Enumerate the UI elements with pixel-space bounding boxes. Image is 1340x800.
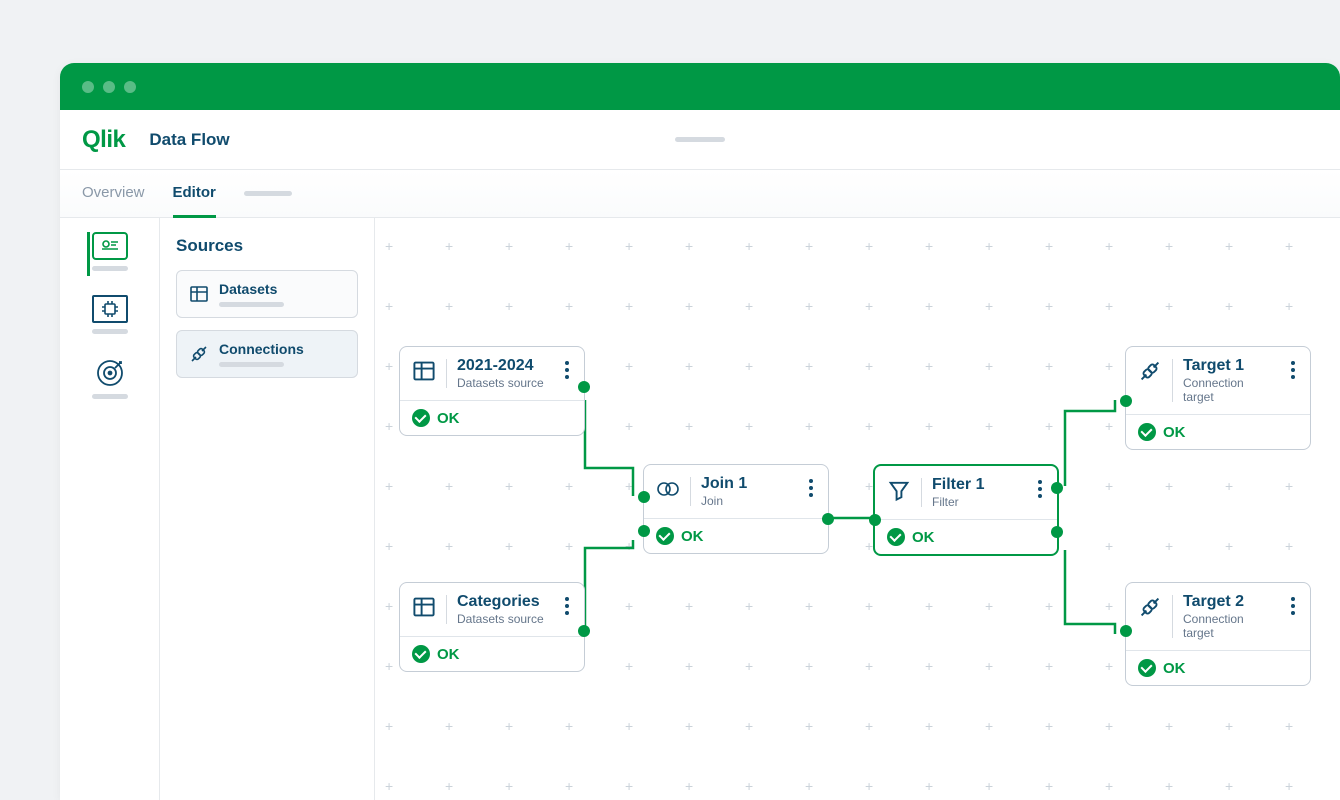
input-port[interactable] [1120, 625, 1132, 637]
node-title: 2021-2024 [457, 357, 548, 375]
flow-canvas[interactable]: ++++++++++++++++++++++++++++++++++++++++… [375, 218, 1340, 800]
header-handle[interactable] [675, 137, 725, 142]
page-title: Data Flow [149, 130, 229, 150]
output-port[interactable] [1051, 526, 1063, 538]
output-port[interactable] [578, 381, 590, 393]
node-subtitle: Join [701, 494, 792, 508]
target-tool[interactable] [87, 358, 133, 399]
node-title: Filter 1 [932, 476, 1021, 494]
join-icon [656, 477, 680, 501]
sidebar-item-datasets[interactable]: Datasets [176, 270, 358, 318]
plug-icon [1138, 359, 1162, 383]
ok-badge-icon [887, 528, 905, 546]
node-menu-icon[interactable] [802, 475, 820, 497]
titlebar [60, 63, 1340, 110]
window-dot-1[interactable] [82, 81, 94, 93]
sidebar-item-label: Datasets [219, 281, 345, 297]
node-subtitle: Filter [932, 495, 1021, 509]
processor-tool[interactable] [87, 295, 133, 334]
node-categories[interactable]: Categories Datasets source OK [399, 582, 585, 672]
panel-title: Sources [176, 236, 358, 256]
brand-logo: Qlik [82, 126, 125, 154]
input-port[interactable] [869, 514, 881, 526]
node-target-1[interactable]: Target 1 Connection target OK [1125, 346, 1311, 450]
node-filter-1[interactable]: Filter 1 Filter OK [873, 464, 1059, 556]
app-window: Qlik Data Flow Overview Editor [60, 63, 1340, 800]
node-status: OK [437, 646, 460, 663]
node-join-1[interactable]: Join 1 Join OK [643, 464, 829, 554]
node-title: Target 1 [1183, 357, 1274, 375]
window-dot-2[interactable] [103, 81, 115, 93]
node-status: OK [1163, 660, 1186, 677]
input-port[interactable] [1120, 395, 1132, 407]
output-port[interactable] [1051, 482, 1063, 494]
window-dot-3[interactable] [124, 81, 136, 93]
node-menu-icon[interactable] [1031, 476, 1049, 498]
chip-icon [100, 299, 120, 319]
plug-icon [1138, 595, 1162, 619]
app-header: Qlik Data Flow [60, 110, 1340, 170]
node-menu-icon[interactable] [558, 593, 576, 615]
sidebar-item-label: Connections [219, 341, 345, 357]
ok-badge-icon [656, 527, 674, 545]
ok-badge-icon [412, 409, 430, 427]
plug-icon [189, 344, 209, 364]
node-target-2[interactable]: Target 2 Connection target OK [1125, 582, 1311, 686]
table-icon [189, 284, 209, 304]
side-panel: Sources Datasets Connections [160, 218, 375, 800]
node-title: Target 2 [1183, 593, 1274, 611]
table-icon [412, 595, 436, 619]
ok-badge-icon [412, 645, 430, 663]
tab-bar: Overview Editor [60, 170, 1340, 218]
filter-icon [887, 478, 911, 502]
input-port[interactable] [638, 491, 650, 503]
sidebar-item-connections[interactable]: Connections [176, 330, 358, 378]
node-status: OK [681, 528, 704, 545]
table-icon [412, 359, 436, 383]
input-port[interactable] [638, 525, 650, 537]
node-status: OK [912, 529, 935, 546]
node-menu-icon[interactable] [558, 357, 576, 379]
canvas-grid: ++++++++++++++++++++++++++++++++++++++++… [375, 218, 1340, 800]
tab-placeholder [244, 191, 292, 196]
ok-badge-icon [1138, 423, 1156, 441]
node-status: OK [437, 410, 460, 427]
node-subtitle: Connection target [1183, 376, 1274, 404]
tab-editor[interactable]: Editor [173, 170, 216, 218]
tab-overview[interactable]: Overview [82, 170, 145, 218]
node-subtitle: Datasets source [457, 376, 548, 390]
brand-text: Qlik [82, 126, 125, 154]
target-icon [95, 358, 125, 388]
tool-rail [60, 218, 160, 800]
node-status: OK [1163, 424, 1186, 441]
node-subtitle: Connection target [1183, 612, 1274, 640]
node-2021-2024[interactable]: 2021-2024 Datasets source OK [399, 346, 585, 436]
output-port[interactable] [578, 625, 590, 637]
sources-tool[interactable] [87, 232, 133, 271]
node-menu-icon[interactable] [1284, 593, 1302, 615]
node-subtitle: Datasets source [457, 612, 548, 626]
node-title: Join 1 [701, 475, 792, 493]
output-port[interactable] [822, 513, 834, 525]
ok-badge-icon [1138, 659, 1156, 677]
sources-tool-icon [101, 239, 119, 253]
node-title: Categories [457, 593, 548, 611]
node-menu-icon[interactable] [1284, 357, 1302, 379]
